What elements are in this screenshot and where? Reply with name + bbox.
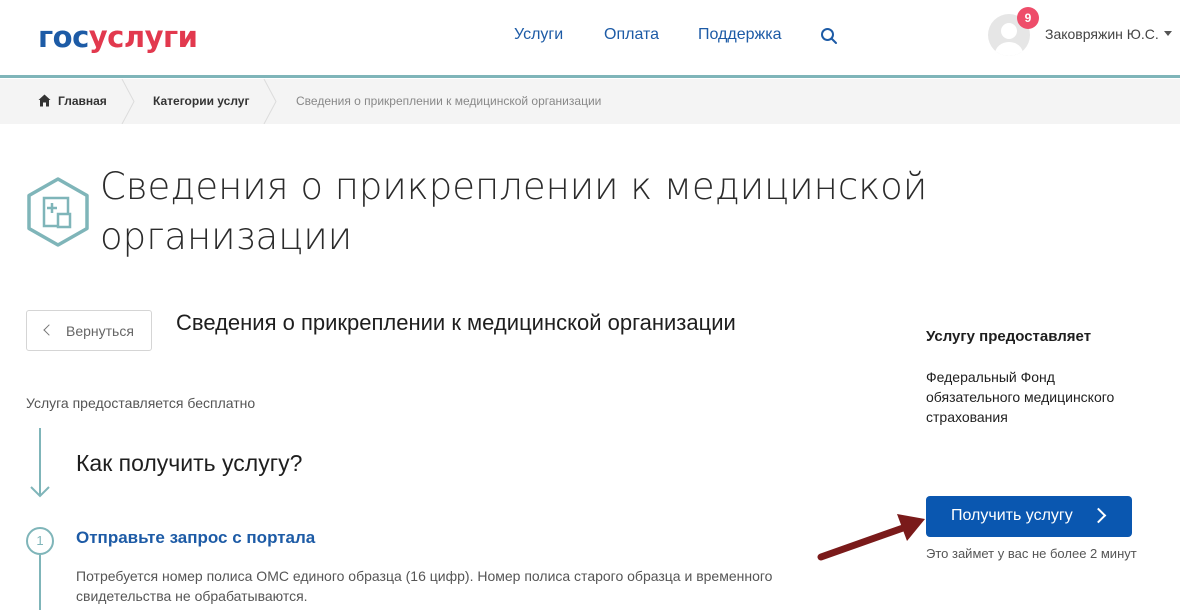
nav-support[interactable]: Поддержка	[698, 26, 781, 44]
home-icon	[38, 94, 51, 107]
free-service-note: Услуга предоставляется бесплатно	[26, 395, 256, 411]
user-name[interactable]: Заковряжин Ю.С.	[1045, 26, 1159, 42]
chevron-left-icon	[43, 324, 55, 336]
header: госуслуги Услуги Оплата Поддержка 9 Зако…	[0, 0, 1180, 76]
breadcrumb: Главная Категории услуг Сведения о прикр…	[0, 79, 1180, 124]
search-icon[interactable]	[820, 27, 838, 45]
breadcrumb-categories[interactable]: Категории услуг	[153, 94, 249, 108]
notification-badge[interactable]: 9	[1017, 7, 1039, 29]
breadcrumb-current: Сведения о прикреплении к медицинской ор…	[296, 94, 602, 108]
page-title: Сведения о прикреплении к медицинской ор…	[100, 165, 928, 258]
logo-part-gos: гос	[38, 20, 89, 54]
nav-services[interactable]: Услуги	[514, 26, 563, 44]
down-arrow-icon	[30, 428, 50, 498]
caret-down-icon[interactable]	[1164, 31, 1172, 36]
back-button-label: Вернуться	[66, 323, 134, 339]
medical-building-icon	[27, 177, 89, 247]
logo-part-uslugi: услуги	[88, 20, 198, 54]
header-divider	[0, 75, 1180, 78]
breadcrumb-home[interactable]: Главная	[58, 94, 107, 108]
how-to-get-heading: Как получить услугу?	[76, 450, 303, 476]
step-connector-line	[39, 555, 41, 610]
back-button[interactable]: Вернуться	[26, 310, 152, 351]
provider-label: Услугу предоставляет	[926, 328, 1092, 345]
step-number: 1	[26, 527, 54, 555]
breadcrumb-separator	[263, 79, 277, 124]
time-estimate-note: Это займет у вас не более 2 минут	[926, 546, 1137, 561]
gosuslugi-logo[interactable]: госуслуги	[38, 20, 198, 54]
annotation-arrow-icon	[817, 514, 925, 561]
service-title: Сведения о прикреплении к медицинской ор…	[176, 310, 736, 335]
step-description: Потребуется номер полиса ОМС единого обр…	[76, 568, 773, 604]
get-service-button-label: Получить услугу	[951, 507, 1073, 524]
step-title[interactable]: Отправьте запрос с портала	[76, 528, 315, 548]
nav-payment[interactable]: Оплата	[604, 26, 659, 44]
provider-name: Федеральный Фонд обязательного медицинск…	[926, 369, 1115, 425]
get-service-button[interactable]: Получить услугу	[926, 496, 1132, 537]
breadcrumb-separator	[121, 79, 135, 124]
chevron-right-icon	[1090, 507, 1107, 524]
